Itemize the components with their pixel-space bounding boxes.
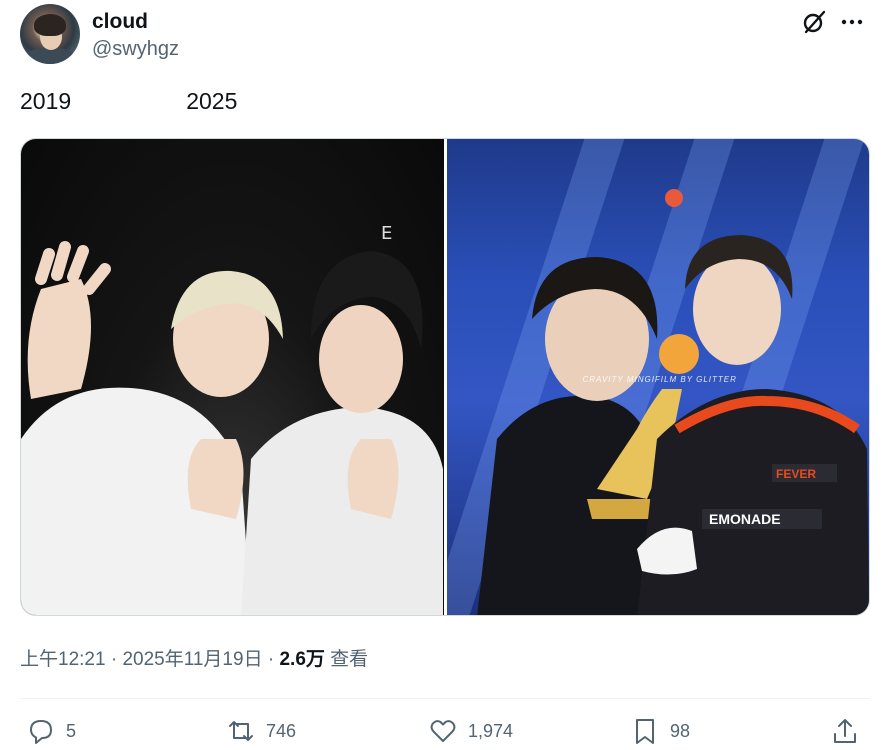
bookmark-icon <box>636 719 654 744</box>
repost-icon <box>229 721 253 741</box>
like-count: 1,974 <box>468 720 514 741</box>
photo-left[interactable]: ⴹ <box>21 139 444 615</box>
grok-icon <box>803 10 826 34</box>
repost-button[interactable]: 746 <box>226 716 296 746</box>
svg-text:ⴹ: ⴹ <box>381 223 392 244</box>
more-icon <box>841 19 863 25</box>
avatar-shirt <box>26 48 74 64</box>
reply-button[interactable]: 5 <box>26 716 76 746</box>
photo-watermark: CRAVITY MINGIFILM BY GLITTER <box>582 375 737 384</box>
repost-count: 746 <box>266 720 297 741</box>
svg-text:FEVER: FEVER <box>776 467 816 481</box>
avatar-hair <box>34 14 66 36</box>
views-count[interactable]: 2.6万 <box>279 649 324 670</box>
more-button[interactable] <box>838 8 866 36</box>
avatar[interactable] <box>20 4 80 64</box>
user-handle[interactable]: @swyhgz <box>92 38 179 61</box>
media-grid: ⴹ EMONADE FEVER CRAVITY MINGIFILM BY GLI… <box>20 138 870 616</box>
share-button[interactable] <box>830 716 860 746</box>
like-button[interactable]: 1,974 <box>428 716 513 746</box>
photo-left-illustration: ⴹ <box>21 223 443 615</box>
bookmark-button[interactable]: 98 <box>630 716 690 746</box>
tweet-text: 2019 2025 <box>20 88 238 114</box>
meta-separator: · <box>105 649 123 670</box>
grok-button[interactable] <box>800 8 828 36</box>
reply-icon <box>30 720 52 744</box>
divider <box>20 698 870 699</box>
display-name[interactable]: cloud <box>92 10 148 34</box>
meta-separator: · <box>262 649 280 670</box>
heart-icon <box>430 720 456 742</box>
views-label: 查看 <box>324 649 369 670</box>
tweet-date[interactable]: 2025年11月19日 <box>122 649 262 670</box>
reply-count: 5 <box>66 720 77 741</box>
tweet-time[interactable]: 上午12:21 <box>20 649 106 670</box>
tweet-header: cloud @swyhgz <box>20 4 870 66</box>
photo-right[interactable]: EMONADE FEVER CRAVITY MINGIFILM BY GLITT… <box>446 139 869 615</box>
share-icon <box>834 719 856 743</box>
bookmark-count: 98 <box>670 720 691 741</box>
action-bar: 5 746 1,974 98 <box>20 712 870 748</box>
tweet-meta: 上午12:21 · 2025年11月19日 · 2.6万 查看 <box>20 644 368 671</box>
svg-text:EMONADE: EMONADE <box>709 511 781 527</box>
